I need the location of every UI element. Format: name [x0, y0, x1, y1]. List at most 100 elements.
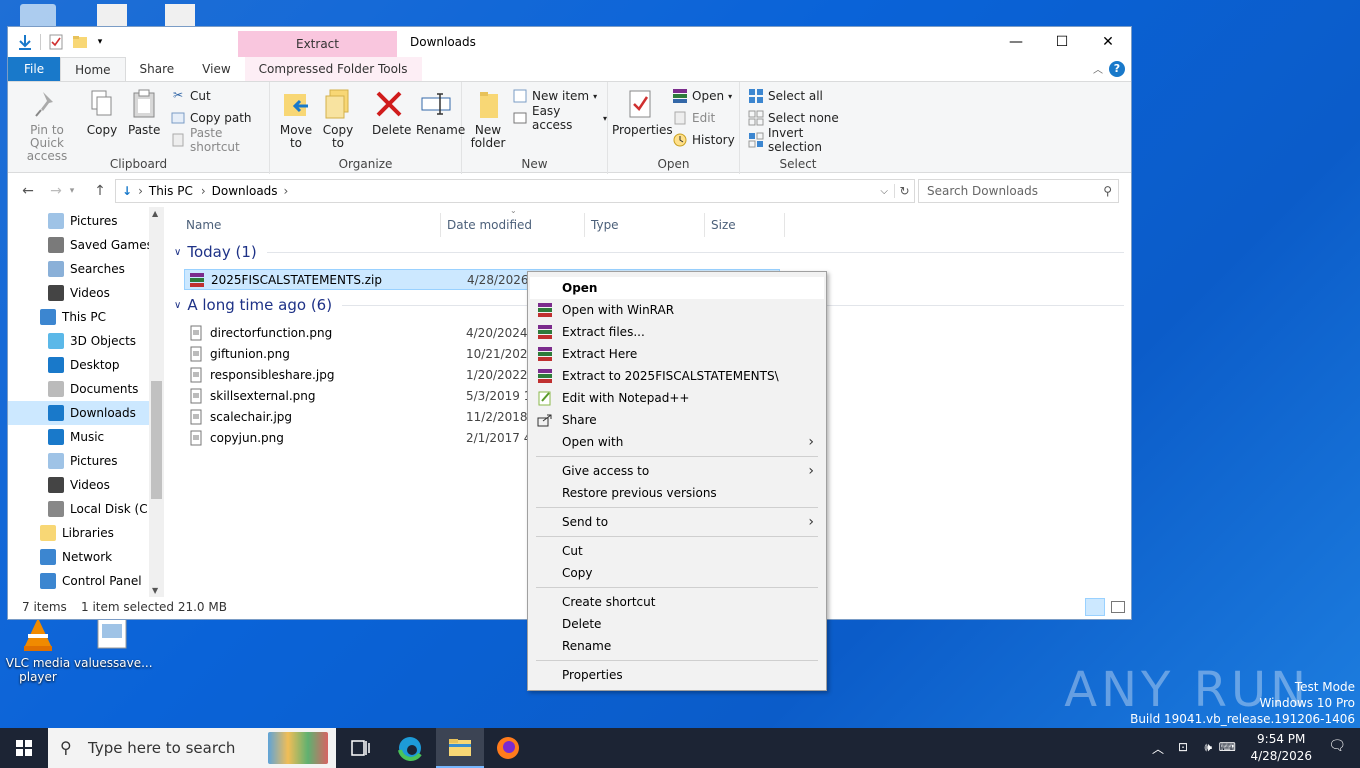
nav-item[interactable]: Local Disk (C:): [8, 497, 164, 521]
file-explorer-button[interactable]: [436, 728, 484, 768]
properties-check-icon[interactable]: [47, 33, 65, 51]
nav-item[interactable]: Videos: [8, 473, 164, 497]
new-item-button[interactable]: New item ▾: [512, 86, 597, 106]
edge-button[interactable]: [386, 728, 434, 768]
nav-item[interactable]: Searches: [8, 257, 164, 281]
paste-button[interactable]: Paste: [128, 88, 160, 137]
menu-item-properties[interactable]: Properties: [530, 664, 824, 686]
nav-item[interactable]: Saved Games: [8, 233, 164, 257]
nav-item[interactable]: Documents: [8, 377, 164, 401]
firefox-button[interactable]: [484, 728, 532, 768]
group-header-today[interactable]: ∨ Today (1): [174, 243, 1124, 261]
menu-item-edit-notepad[interactable]: Edit with Notepad++: [530, 387, 824, 409]
menu-item-extract-to[interactable]: Extract to 2025FISCALSTATEMENTS\: [530, 365, 824, 387]
ime-icon[interactable]: ⌨: [1219, 740, 1236, 754]
show-hidden-icons[interactable]: ︿: [1152, 740, 1164, 757]
details-view-icon[interactable]: [1085, 598, 1105, 616]
taskbar-search-input[interactable]: ⚲ Type here to search: [48, 728, 336, 768]
column-date-modified[interactable]: Date modified: [447, 213, 532, 237]
scroll-down-icon[interactable]: ▼: [152, 586, 158, 595]
forward-arrow-icon[interactable]: →: [46, 181, 66, 201]
clock[interactable]: 9:54 PM 4/28/2026: [1250, 731, 1312, 765]
nav-item[interactable]: Pictures: [8, 209, 164, 233]
paste-shortcut-button[interactable]: Paste shortcut: [170, 126, 269, 154]
volume-icon[interactable]: 🕪: [1204, 740, 1212, 755]
up-arrow-icon[interactable]: ↑: [90, 181, 110, 201]
select-all-button[interactable]: Select all: [748, 86, 823, 106]
breadcrumb-downloads[interactable]: Downloads: [212, 184, 278, 198]
menu-item-share[interactable]: Share: [530, 409, 824, 431]
nav-item[interactable]: Videos: [8, 281, 164, 305]
nav-item[interactable]: Network: [8, 545, 164, 569]
menu-item-cut[interactable]: Cut: [530, 540, 824, 562]
menu-item-extract-here[interactable]: Extract Here: [530, 343, 824, 365]
close-button[interactable]: ✕: [1085, 27, 1131, 57]
menu-item-copy[interactable]: Copy: [530, 562, 824, 584]
column-size[interactable]: Size: [711, 213, 736, 237]
nav-item[interactable]: Pictures: [8, 449, 164, 473]
notification-icon[interactable]: 🗨: [1328, 738, 1346, 754]
menu-item-open-with[interactable]: Open with ›: [530, 431, 824, 453]
nav-scrollbar[interactable]: ▲ ▼: [149, 207, 164, 597]
tab-share[interactable]: Share: [126, 57, 189, 81]
menu-item-extract-files[interactable]: Extract files...: [530, 321, 824, 343]
address-bar[interactable]: ↓ › This PC › Downloads › ⌵ ↻: [115, 179, 915, 203]
tab-view[interactable]: View: [188, 57, 244, 81]
cut-button[interactable]: ✂ Cut: [170, 86, 211, 106]
menu-item-open-with-winrar[interactable]: Open with WinRAR: [530, 299, 824, 321]
collapse-ribbon-icon[interactable]: ︿: [1093, 61, 1103, 76]
scrollbar-thumb[interactable]: [151, 381, 162, 499]
large-icons-view-icon[interactable]: [1111, 601, 1125, 613]
copy-to-button[interactable]: Copy to: [320, 88, 356, 150]
task-view-button[interactable]: [336, 728, 384, 768]
pin-quick-access-button[interactable]: Pin to Quick access: [14, 88, 80, 163]
network-tray-icon[interactable]: ⊡: [1178, 740, 1188, 754]
new-folder-icon[interactable]: [71, 33, 89, 51]
nav-item[interactable]: Music: [8, 425, 164, 449]
nav-item[interactable]: Libraries: [8, 521, 164, 545]
copy-path-button[interactable]: Copy path: [170, 108, 252, 128]
breadcrumb-this-pc[interactable]: This PC: [149, 184, 193, 198]
back-arrow-icon[interactable]: ←: [18, 181, 38, 201]
new-folder-button[interactable]: New folder: [468, 88, 508, 150]
easy-access-button[interactable]: Easy access ▾: [512, 104, 607, 132]
refresh-icon[interactable]: ↻: [894, 184, 914, 198]
menu-item-open[interactable]: Open: [530, 277, 824, 299]
tab-compressed-folder-tools[interactable]: Compressed Folder Tools: [244, 57, 422, 81]
move-to-button[interactable]: Move to: [278, 88, 314, 150]
properties-button[interactable]: Properties: [612, 88, 673, 137]
scroll-up-icon[interactable]: ▲: [152, 209, 158, 218]
desktop-icon-valuessave[interactable]: valuessave...: [74, 616, 153, 670]
nav-item[interactable]: Control Panel: [8, 569, 164, 593]
menu-item-restore-versions[interactable]: Restore previous versions: [530, 482, 824, 504]
recent-dropdown-icon[interactable]: ▾: [66, 181, 78, 201]
tab-home[interactable]: Home: [60, 57, 126, 81]
search-input[interactable]: Search Downloads ⚲: [918, 179, 1119, 203]
menu-item-send-to[interactable]: Send to ›: [530, 511, 824, 533]
edit-button[interactable]: Edit: [672, 108, 715, 128]
desktop-icon-vlc[interactable]: VLC media player: [0, 616, 76, 684]
column-type[interactable]: Type: [591, 213, 619, 237]
invert-selection-button[interactable]: Invert selection: [748, 126, 856, 154]
rename-button[interactable]: Rename: [416, 88, 465, 137]
nav-item[interactable]: Downloads: [8, 401, 164, 425]
minimize-button[interactable]: —: [993, 27, 1039, 57]
start-button[interactable]: [0, 728, 48, 768]
nav-item[interactable]: This PC: [8, 305, 164, 329]
history-button[interactable]: History: [672, 130, 735, 150]
select-none-button[interactable]: Select none: [748, 108, 839, 128]
menu-item-delete[interactable]: Delete: [530, 613, 824, 635]
address-dropdown-icon[interactable]: ⌵: [880, 186, 888, 197]
down-arrow-icon[interactable]: [16, 33, 34, 51]
nav-item[interactable]: 3D Objects: [8, 329, 164, 353]
delete-button[interactable]: Delete: [372, 88, 411, 137]
menu-item-create-shortcut[interactable]: Create shortcut: [530, 591, 824, 613]
extract-context-header[interactable]: Extract: [238, 31, 397, 57]
help-icon[interactable]: ?: [1109, 61, 1125, 77]
tab-file[interactable]: File: [8, 57, 61, 81]
menu-item-give-access[interactable]: Give access to ›: [530, 460, 824, 482]
maximize-button[interactable]: ☐: [1039, 27, 1085, 57]
nav-item[interactable]: Desktop: [8, 353, 164, 377]
menu-item-rename[interactable]: Rename: [530, 635, 824, 657]
column-name[interactable]: Name: [186, 213, 221, 237]
